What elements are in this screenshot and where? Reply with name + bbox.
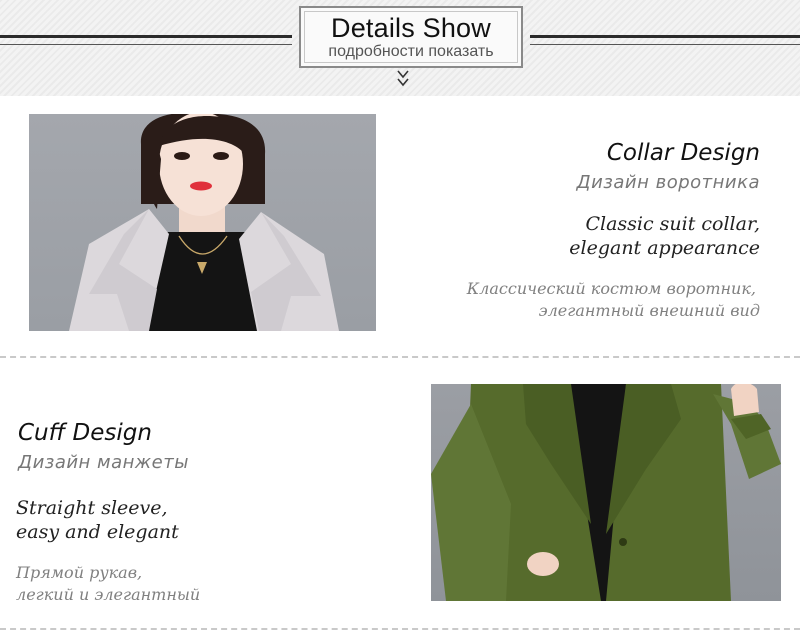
collar-heading-ru: Дизайн воротника [576, 172, 760, 193]
page-subtitle: подробности показать [328, 43, 494, 60]
collar-desc-ru-2: элегантный внешний вид [538, 301, 760, 320]
header-rule-left-thin [0, 44, 292, 45]
header-rule-left-thick [0, 35, 292, 38]
header-rule-right-thin [530, 44, 800, 45]
collar-desc-ru-1: Классический костюм воротник, [466, 279, 756, 298]
cuff-heading-ru: Дизайн манжеты [18, 452, 189, 473]
collar-desc-en-1: Classic suit collar, [585, 213, 760, 235]
collar-heading-en: Collar Design [606, 140, 760, 166]
cuff-desc-ru-1: Прямой рукав, [16, 563, 143, 582]
double-chevron-down-icon [397, 70, 409, 87]
header-rule-right-thick [530, 35, 800, 38]
collar-desc-en-2: elegant appearance [569, 237, 760, 259]
details-header: Details Show подробности показать [0, 0, 800, 96]
section-divider [0, 356, 800, 358]
cuff-desc-en-1: Straight sleeve, [16, 497, 168, 519]
cuff-desc-ru-2: легкий и элегантный [16, 585, 201, 604]
bottom-divider [0, 628, 800, 630]
cuff-photo [431, 384, 781, 601]
cuff-desc-en-2: easy and elegant [16, 521, 179, 543]
cuff-heading-en: Cuff Design [18, 420, 152, 446]
collar-photo [29, 114, 376, 331]
title-box: Details Show подробности показать [299, 6, 523, 68]
page-title: Details Show [331, 13, 491, 43]
